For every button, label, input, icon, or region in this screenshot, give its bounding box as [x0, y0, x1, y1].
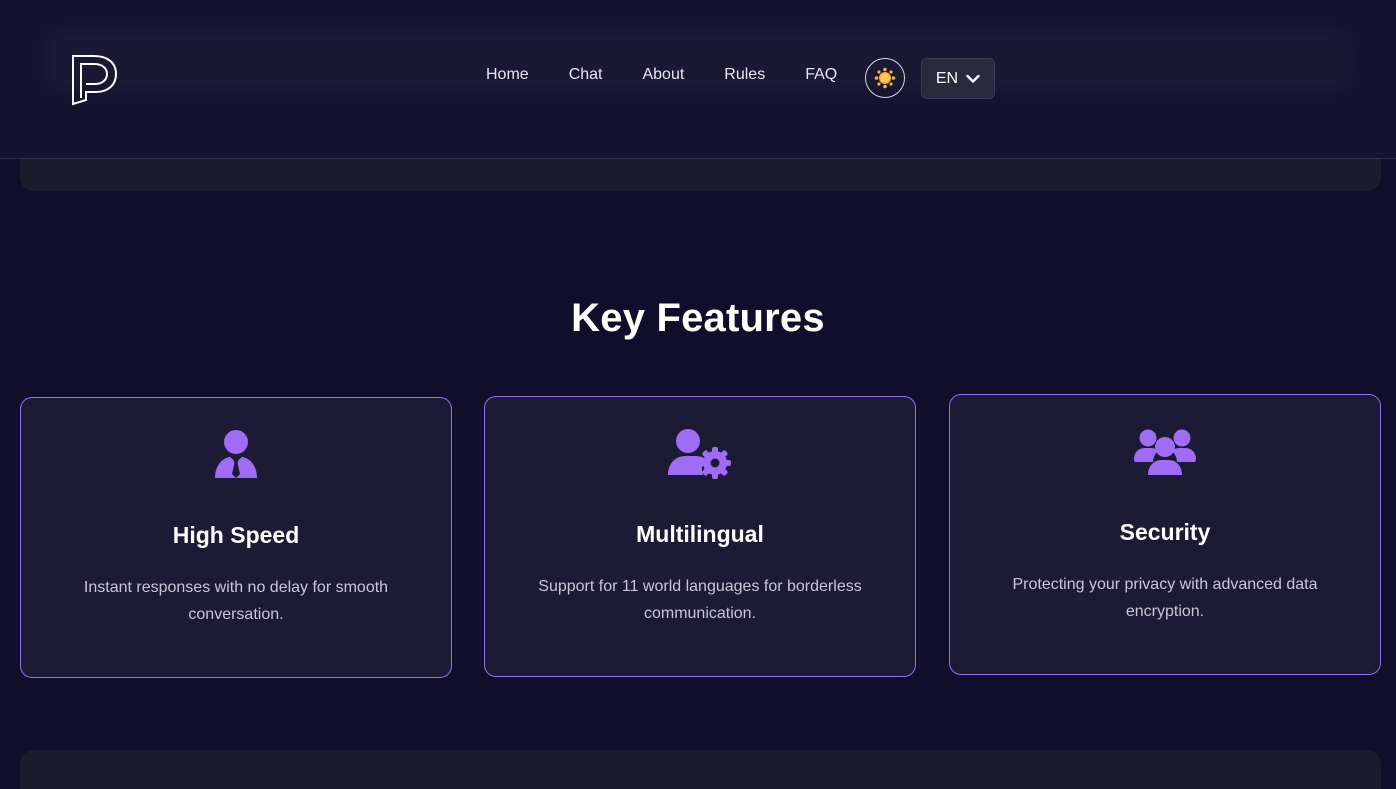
nav-link-faq[interactable]: FAQ — [805, 66, 837, 84]
theme-toggle-button[interactable] — [865, 58, 905, 98]
users-icon — [1134, 429, 1196, 475]
card-title: Multilingual — [636, 521, 764, 547]
nav-link-rules[interactable]: Rules — [724, 66, 765, 84]
card-icon-wrapper — [950, 425, 1380, 479]
language-label: EN — [935, 69, 959, 87]
nav-link-about[interactable]: About — [642, 66, 684, 84]
card-description: Protecting your privacy with advanced da… — [1012, 576, 1318, 620]
card-icon-wrapper — [485, 427, 915, 481]
nav-link-home[interactable]: Home — [486, 66, 529, 84]
nav-link-chat[interactable]: Chat — [569, 66, 603, 84]
card-icon-wrapper — [21, 428, 451, 482]
user-gear-icon — [668, 429, 731, 479]
sun-icon — [874, 67, 896, 89]
feature-card-multilingual: Multilingual Support for 11 world langua… — [484, 396, 916, 677]
language-select[interactable]: EN — [921, 58, 995, 99]
card-title: High Speed — [172, 522, 300, 548]
user-tie-icon — [215, 430, 257, 478]
main-nav: Home Chat About Rules FAQ — [486, 66, 837, 84]
card-description: Instant responses with no delay for smoo… — [83, 579, 389, 623]
card-description: Support for 11 world languages for borde… — [538, 578, 862, 622]
chevron-down-icon — [966, 74, 980, 83]
logo-p-icon — [72, 55, 118, 106]
section-title: Key Features — [571, 296, 825, 340]
page: Home Chat About Rules FAQ EN Key Feature… — [0, 0, 1396, 789]
logo[interactable] — [70, 52, 118, 106]
site-header: Home Chat About Rules FAQ EN — [0, 0, 1396, 159]
feature-card-high-speed: High Speed Instant responses with no del… — [20, 397, 452, 678]
feature-card-security: Security Protecting your privacy with ad… — [949, 394, 1381, 675]
next-section-panel — [20, 750, 1381, 789]
card-title: Security — [1119, 519, 1211, 545]
